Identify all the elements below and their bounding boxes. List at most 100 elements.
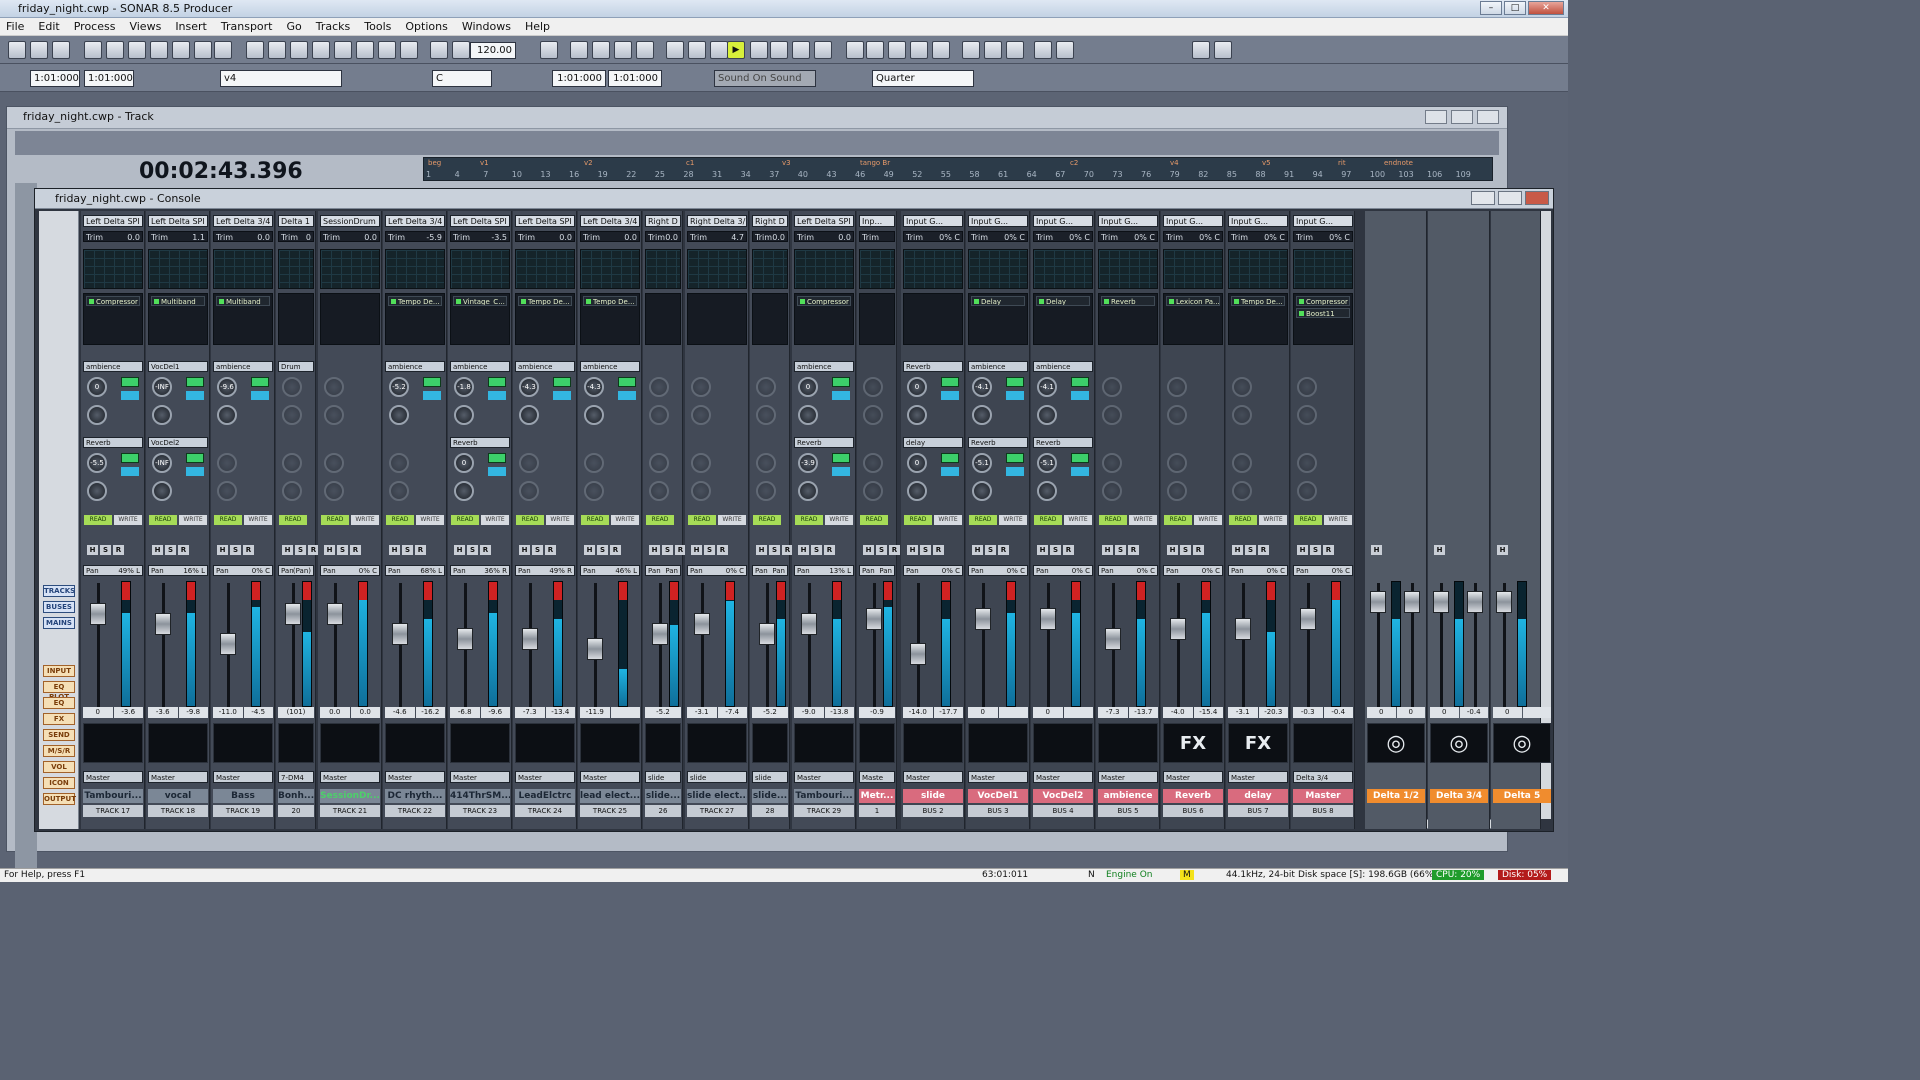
send-2-pan-knob[interactable] <box>282 481 302 501</box>
trim-control[interactable]: Trim 0.0 <box>320 231 380 242</box>
output-selector[interactable]: Master <box>1033 771 1093 783</box>
volume-fader[interactable] <box>759 623 775 645</box>
pan-control[interactable]: Pan 16% L <box>148 565 208 576</box>
msr-r-button[interactable]: R <box>480 545 491 555</box>
trim-control[interactable]: Trim 0% C <box>968 231 1028 242</box>
write-button[interactable]: WRITE <box>114 515 142 525</box>
pan-control[interactable]: Pan 0% C <box>1293 565 1353 576</box>
input-selector[interactable]: Input G... <box>1098 215 1158 227</box>
marker-2[interactable]: v2 <box>584 159 593 167</box>
read-button[interactable]: READ <box>321 515 349 525</box>
track-selector[interactable]: v4 <box>220 70 342 87</box>
nav-msr[interactable]: M/S/R <box>43 745 75 757</box>
msr-s-button[interactable]: S <box>165 545 176 555</box>
track-name[interactable]: lead elect... <box>580 789 640 803</box>
track-name[interactable]: 414ThrSM... <box>450 789 510 803</box>
menu-options[interactable]: Options <box>405 20 447 33</box>
input-selector[interactable]: Left Delta SPI <box>450 215 510 227</box>
main-left-fader[interactable] <box>1496 591 1512 613</box>
send-2-level-knob[interactable] <box>324 453 344 473</box>
send-1-pan-knob[interactable] <box>519 405 539 425</box>
main-right-fader[interactable] <box>1467 591 1483 613</box>
send-2-pan-knob[interactable] <box>1232 481 1252 501</box>
track-image[interactable]: FX <box>1228 723 1288 763</box>
send-1-level-knob[interactable] <box>1167 377 1187 397</box>
write-button[interactable]: WRITE <box>244 515 272 525</box>
marker-1[interactable]: v1 <box>480 159 489 167</box>
nav-eq[interactable]: EQ <box>43 697 75 709</box>
msr-h-button[interactable]: H <box>1037 545 1048 555</box>
menu-help[interactable]: Help <box>525 20 550 33</box>
trim-control[interactable]: Trim <box>859 231 895 242</box>
read-button[interactable]: READ <box>1229 515 1257 525</box>
toolbar-button-24[interactable] <box>636 41 654 59</box>
menu-file[interactable]: File <box>6 20 24 33</box>
track-name[interactable]: Bass <box>213 789 273 803</box>
toolbar-button-36[interactable] <box>932 41 950 59</box>
console-minimize[interactable] <box>1471 191 1495 205</box>
input-selector[interactable]: Right D <box>752 215 788 227</box>
volume-fader[interactable] <box>1235 618 1251 640</box>
menu-windows[interactable]: Windows <box>462 20 511 33</box>
pan-control[interactable]: Pan Pan <box>752 565 788 576</box>
track-name[interactable]: SessionDr... <box>320 789 380 803</box>
msr-r-button[interactable]: R <box>933 545 944 555</box>
volume-fader[interactable] <box>1040 608 1056 630</box>
pan-control[interactable]: Pan 0% C <box>903 565 963 576</box>
toolbar-button-38[interactable] <box>984 41 1002 59</box>
track-name[interactable]: Reverb <box>1163 789 1223 803</box>
send-1-enable[interactable] <box>488 377 506 387</box>
send-2-pan-knob[interactable] <box>584 481 604 501</box>
toolbar-button-43[interactable] <box>1214 41 1232 59</box>
send-2-pan-knob[interactable] <box>691 481 711 501</box>
send-2-enable[interactable] <box>186 453 204 463</box>
fx-bin[interactable]: Delay <box>1033 293 1093 345</box>
volume-fader[interactable] <box>652 623 668 645</box>
send-2-level-knob[interactable] <box>1102 453 1122 473</box>
send-2-selector[interactable]: Reverb <box>968 437 1028 448</box>
minimize-button[interactable]: – <box>1480 1 1502 15</box>
track-image[interactable] <box>859 723 895 763</box>
pan-control[interactable]: Pan 13% L <box>794 565 854 576</box>
main-right-fader[interactable] <box>1404 591 1420 613</box>
main-left-fader[interactable] <box>1370 591 1386 613</box>
send-1-selector[interactable]: ambience <box>794 361 854 372</box>
marker-8[interactable]: v5 <box>1262 159 1271 167</box>
eq-plot[interactable] <box>148 249 208 289</box>
track-image[interactable] <box>278 723 314 763</box>
input-selector[interactable]: Right Delta 3/ <box>687 215 747 227</box>
send-1-post[interactable] <box>1071 391 1089 400</box>
toolbar-button-10[interactable] <box>246 41 264 59</box>
send-2-pan-knob[interactable] <box>217 481 237 501</box>
msr-s-button[interactable]: S <box>1115 545 1126 555</box>
send-1-post[interactable] <box>186 391 204 400</box>
menu-process[interactable]: Process <box>74 20 116 33</box>
key-selector[interactable]: C <box>432 70 492 87</box>
eq-plot[interactable] <box>1098 249 1158 289</box>
maximize-button[interactable]: □ <box>1504 1 1526 15</box>
msr-h-button[interactable]: H <box>691 545 702 555</box>
volume-fader[interactable] <box>90 603 106 625</box>
read-button[interactable]: READ <box>1164 515 1192 525</box>
read-button[interactable]: READ <box>516 515 544 525</box>
send-1-post[interactable] <box>941 391 959 400</box>
send-2-pan-knob[interactable] <box>1167 481 1187 501</box>
msr-h-button[interactable]: H <box>324 545 335 555</box>
toolbar-button-2[interactable] <box>52 41 70 59</box>
track-name[interactable]: Metr... <box>859 789 895 803</box>
fx-bin[interactable]: Vintage_C... <box>450 293 510 345</box>
output-selector[interactable]: Maste <box>859 771 895 783</box>
track-name[interactable]: delay <box>1228 789 1288 803</box>
fx-plugin[interactable]: Boost11 <box>1296 308 1350 318</box>
msr-s-button[interactable]: S <box>662 545 673 555</box>
toolbar-button-4[interactable] <box>106 41 124 59</box>
send-2-selector[interactable]: VocDel2 <box>148 437 208 448</box>
send-1-pan-knob[interactable] <box>691 405 711 425</box>
send-1-post[interactable] <box>618 391 636 400</box>
send-1-level-knob[interactable]: 0 <box>87 377 107 397</box>
read-button[interactable]: READ <box>451 515 479 525</box>
toolbar-button-18[interactable] <box>430 41 448 59</box>
output-selector[interactable]: Master <box>385 771 445 783</box>
msr-h-button[interactable]: H <box>217 545 228 555</box>
console-close[interactable] <box>1525 191 1549 205</box>
